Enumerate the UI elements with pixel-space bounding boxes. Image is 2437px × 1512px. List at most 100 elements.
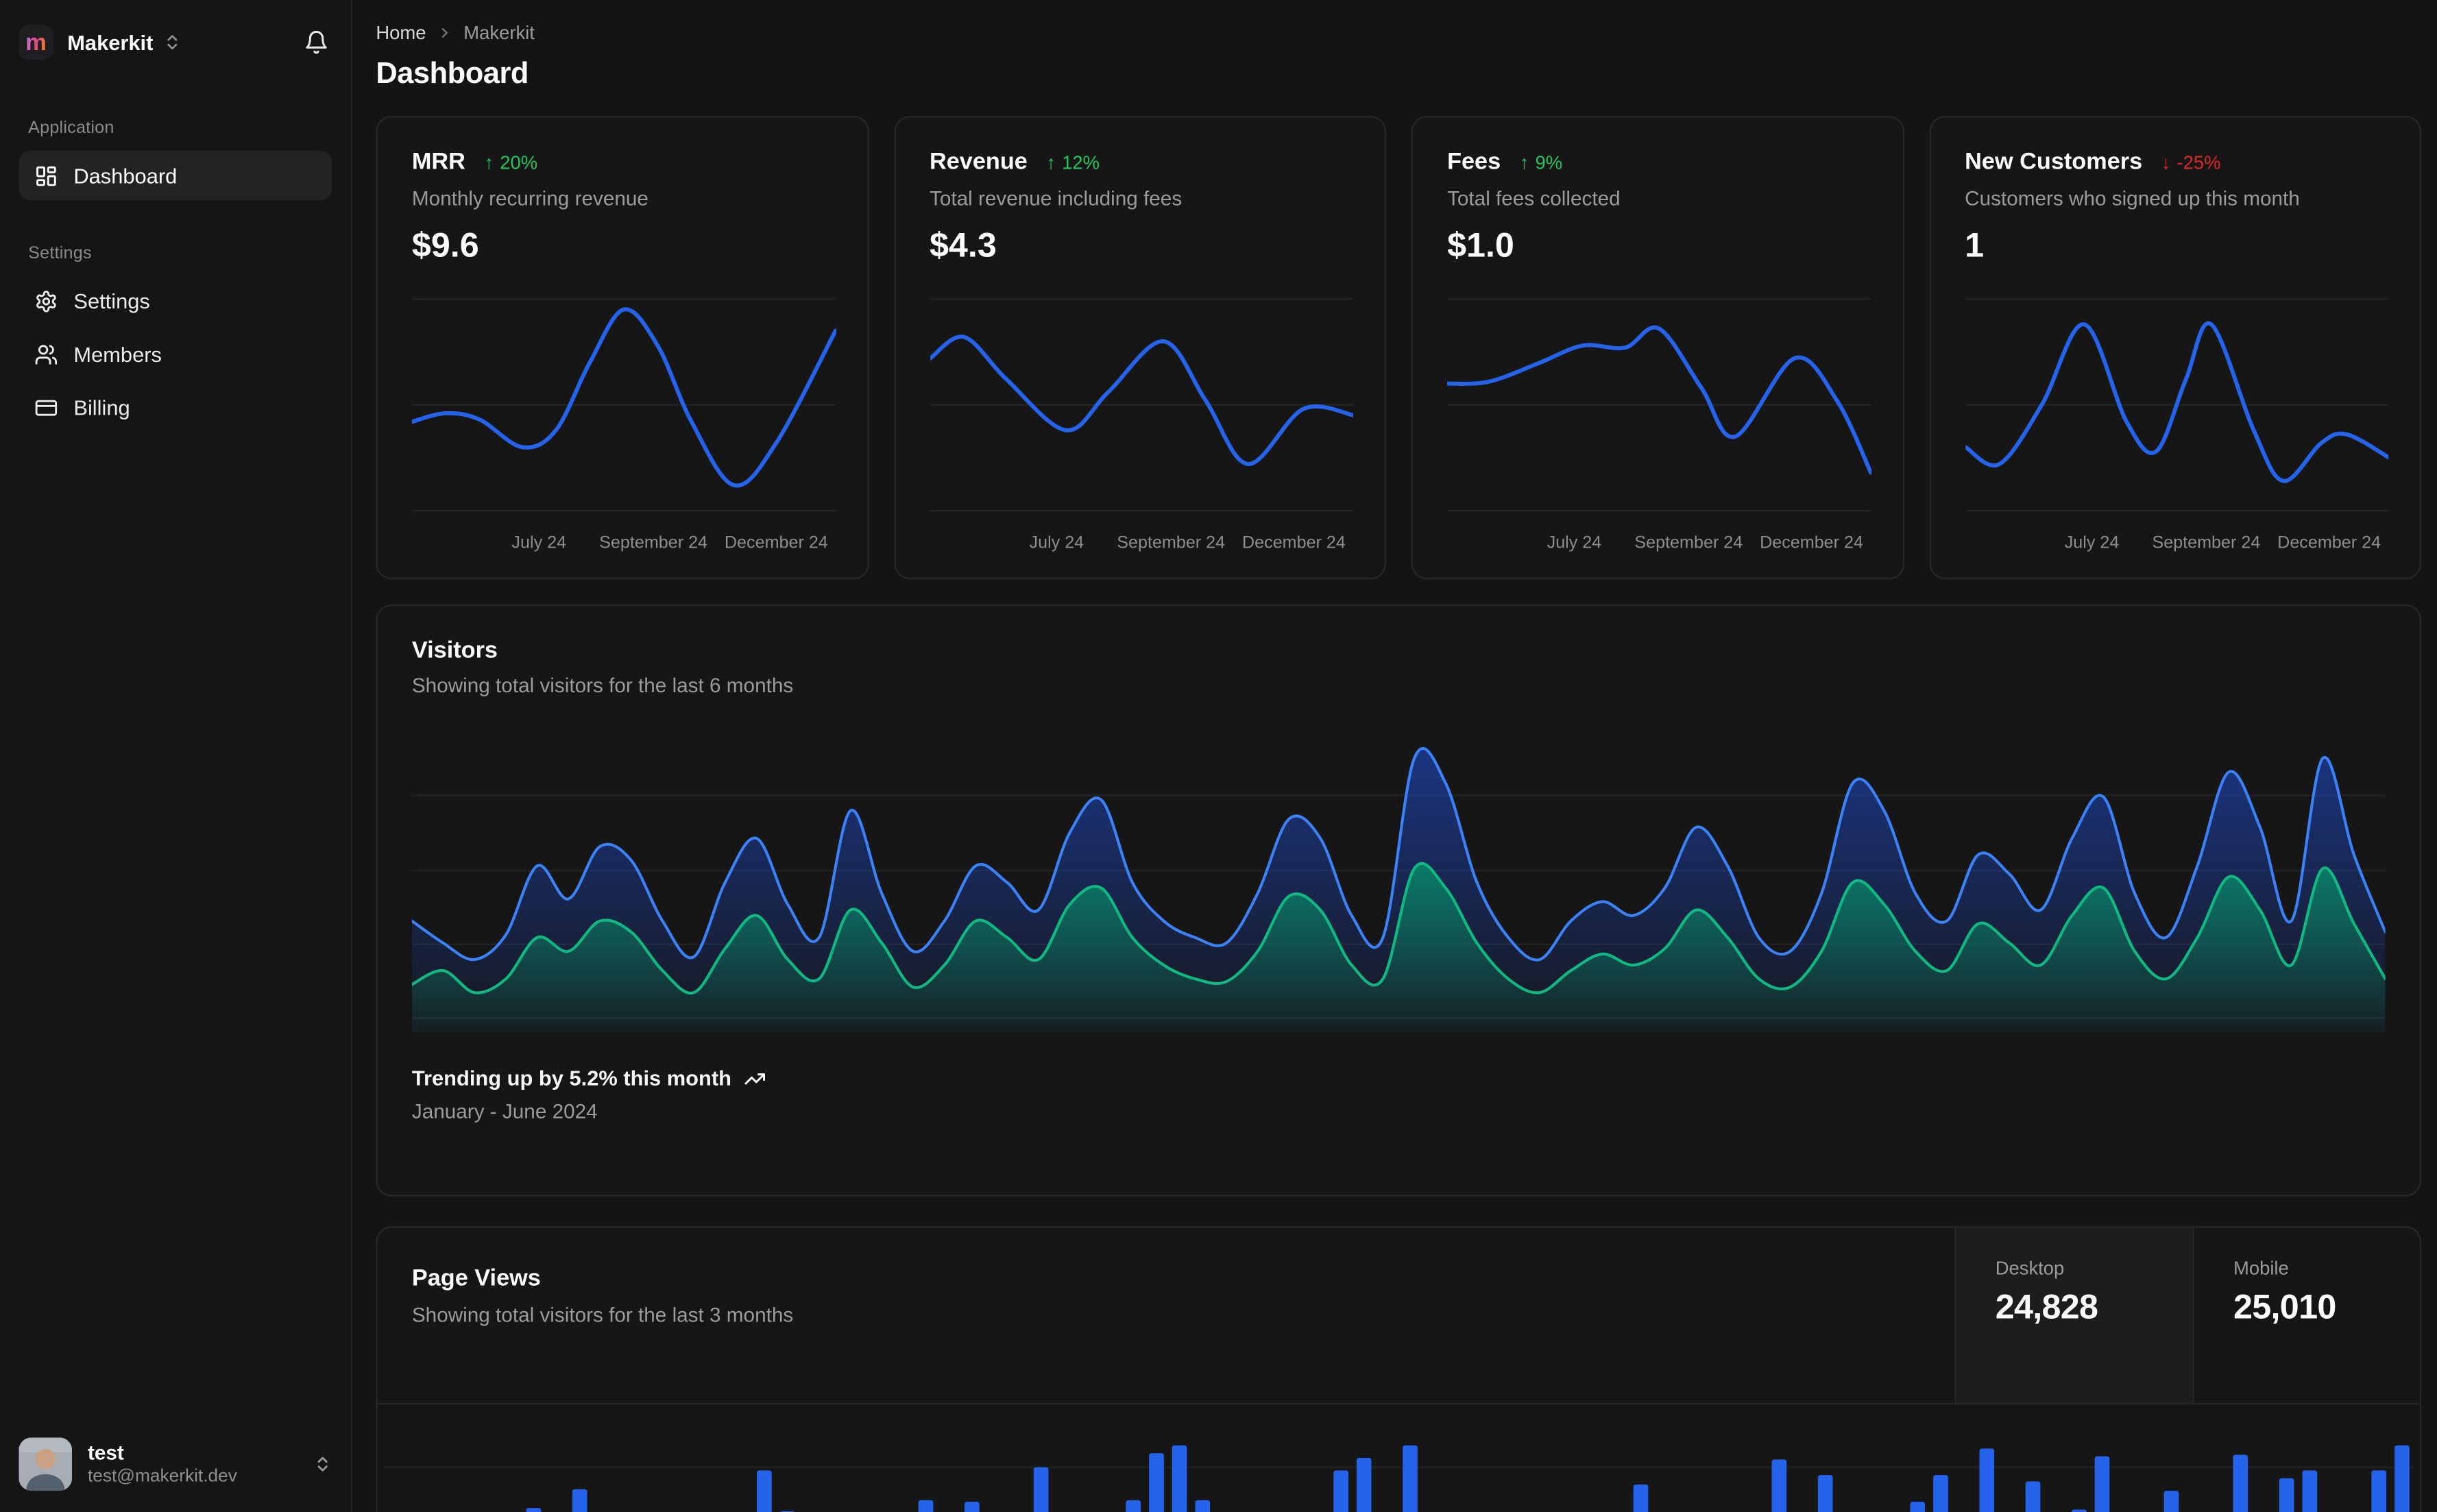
sidebar: m Makerkit Application Dashboard Setting… bbox=[0, 0, 353, 1512]
sparkline-x-axis: July 24 September 24 December 24 bbox=[930, 531, 1353, 559]
nav-section-application: Application Dashboard bbox=[19, 119, 332, 204]
x-tick-label: December 24 bbox=[2277, 534, 2381, 553]
visitors-trend-text: Trending up by 5.2% this month bbox=[411, 1066, 731, 1090]
stat-cards-row: MRR ↑ 20% Monthly recurring revenue $9.6 … bbox=[376, 116, 2422, 580]
trend-up-arrow-icon: ↑ bbox=[484, 151, 494, 174]
sidebar-item-dashboard[interactable]: Dashboard bbox=[19, 150, 332, 201]
sidebar-item-label: Settings bbox=[73, 289, 150, 313]
notifications-bell-icon[interactable] bbox=[301, 27, 332, 58]
x-tick-label: July 24 bbox=[1547, 534, 1602, 553]
stat-title: Fees bbox=[1447, 149, 1501, 175]
x-tick-label: December 24 bbox=[724, 534, 828, 553]
stat-card-new-customers: New Customers ↓ -25% Customers who signed… bbox=[1928, 116, 2422, 580]
page-views-bar-chart bbox=[384, 1404, 2414, 1512]
stat-card-mrr: MRR ↑ 20% Monthly recurring revenue $9.6 … bbox=[376, 116, 869, 580]
sparkline-svg bbox=[1447, 285, 1871, 525]
user-name: test bbox=[87, 1440, 124, 1464]
stat-description: Total revenue including fees bbox=[929, 186, 1183, 210]
stat-title: Revenue bbox=[929, 149, 1028, 175]
breadcrumb-home-link[interactable]: Home bbox=[376, 22, 426, 44]
sparkline-svg bbox=[412, 285, 836, 525]
trend-up-arrow-icon: ↑ bbox=[1046, 151, 1056, 174]
stat-value: 1 bbox=[1965, 225, 1985, 265]
sidebar-item-label: Dashboard bbox=[73, 163, 178, 188]
trending-up-icon bbox=[744, 1072, 766, 1084]
stat-title: MRR bbox=[411, 149, 465, 175]
stat-value: $1.0 bbox=[1447, 225, 1514, 265]
stat-description: Customers who signed up this month bbox=[1965, 186, 2300, 210]
visitors-area-chart bbox=[411, 735, 2386, 1032]
x-tick-label: July 24 bbox=[2064, 534, 2120, 553]
sparkline-svg bbox=[1965, 285, 2388, 525]
workspace-name: Makerkit bbox=[67, 30, 154, 54]
stat-description: Total fees collected bbox=[1447, 186, 1621, 210]
fees-sparkline-chart bbox=[1447, 285, 1871, 525]
main-content: Home Makerkit Dashboard MRR ↑ 20% Monthly… bbox=[352, 0, 2437, 1512]
stat-title: New Customers bbox=[1965, 149, 2143, 175]
sidebar-item-label: Members bbox=[73, 342, 162, 366]
dashboard-grid-icon bbox=[36, 165, 56, 186]
revenue-sparkline-chart bbox=[930, 285, 1353, 525]
users-icon bbox=[35, 344, 58, 364]
app-root: m Makerkit Application Dashboard Setting… bbox=[0, 0, 2437, 1512]
chevron-right-icon bbox=[437, 25, 452, 41]
chevrons-up-down-icon bbox=[313, 1454, 332, 1473]
sidebar-item-label: Billing bbox=[73, 395, 130, 419]
trend-badge: ↑ 12% bbox=[1046, 151, 1100, 174]
visitors-card: Visitors Showing total visitors for the … bbox=[376, 604, 2422, 1197]
x-tick-label: December 24 bbox=[1760, 534, 1863, 553]
chevrons-up-down-icon bbox=[162, 33, 181, 51]
logo-letter: m bbox=[25, 29, 47, 56]
x-tick-label: September 24 bbox=[1117, 534, 1226, 553]
trend-badge: ↑ 9% bbox=[1519, 151, 1563, 174]
visitors-subtitle: Showing total visitors for the last 6 mo… bbox=[411, 673, 794, 697]
user-avatar bbox=[19, 1437, 73, 1491]
nav-section-settings: Settings Settings Members Billing bbox=[19, 244, 332, 435]
sparkline-x-axis: July 24 September 24 December 24 bbox=[1965, 531, 2388, 559]
x-tick-label: September 24 bbox=[1634, 534, 1743, 553]
page-views-title: Page Views bbox=[411, 1265, 541, 1292]
tab-label: Desktop bbox=[1995, 1257, 2065, 1280]
x-tick-label: July 24 bbox=[511, 534, 567, 553]
sparkline-x-axis: July 24 September 24 December 24 bbox=[1447, 531, 1871, 559]
trend-up-arrow-icon: ↑ bbox=[1519, 151, 1529, 174]
gear-icon bbox=[36, 289, 56, 312]
makerkit-logo: m bbox=[19, 25, 53, 60]
tab-label: Mobile bbox=[2233, 1257, 2289, 1280]
trend-badge: ↓ -25% bbox=[2161, 151, 2221, 174]
sparkline-x-axis: July 24 September 24 December 24 bbox=[412, 531, 836, 559]
page-views-card: Page Views Showing total visitors for th… bbox=[376, 1226, 2422, 1512]
page-views-chart-svg bbox=[384, 1445, 2414, 1512]
page-views-subtitle: Showing total visitors for the last 3 mo… bbox=[411, 1302, 794, 1327]
workspace-switcher[interactable]: m Makerkit bbox=[19, 19, 332, 66]
stat-card-fees: Fees ↑ 9% Total fees collected $1.0 July … bbox=[1411, 116, 1904, 580]
breadcrumb: Home Makerkit bbox=[376, 22, 2421, 44]
sidebar-item-settings[interactable]: Settings bbox=[19, 276, 332, 326]
breadcrumb-current: Makerkit bbox=[463, 21, 535, 44]
sidebar-item-billing[interactable]: Billing bbox=[19, 382, 332, 432]
nav-section-label: Settings bbox=[28, 244, 92, 263]
x-tick-label: December 24 bbox=[1241, 534, 1346, 553]
stat-card-revenue: Revenue ↑ 12% Total revenue including fee… bbox=[893, 116, 1386, 580]
mrr-sparkline-chart bbox=[412, 285, 836, 525]
page-title: Dashboard bbox=[376, 58, 529, 91]
sparkline-svg bbox=[930, 285, 1353, 525]
page-views-header: Page Views Showing total visitors for th… bbox=[377, 1228, 2420, 1405]
x-tick-label: September 24 bbox=[2152, 534, 2261, 553]
user-email: test@makerkit.dev bbox=[87, 1467, 237, 1487]
tab-mobile[interactable]: Mobile 25,010 bbox=[2192, 1228, 2420, 1404]
tab-value: 24,828 bbox=[1995, 1287, 2098, 1327]
visitors-footer: Trending up by 5.2% this month January -… bbox=[412, 1066, 2386, 1123]
nav-section-label: Application bbox=[28, 119, 114, 138]
user-menu[interactable]: test test@makerkit.dev bbox=[19, 1437, 332, 1491]
tab-desktop[interactable]: Desktop 24,828 bbox=[1954, 1228, 2193, 1404]
stat-value: $4.3 bbox=[929, 225, 997, 265]
tab-value: 25,010 bbox=[2233, 1287, 2336, 1327]
visitors-period: January - June 2024 bbox=[411, 1099, 598, 1123]
trend-badge: ↑ 20% bbox=[484, 151, 538, 174]
visitors-chart-svg bbox=[411, 735, 2386, 1032]
credit-card-icon bbox=[35, 399, 58, 415]
visitors-title: Visitors bbox=[411, 637, 498, 664]
sidebar-item-members[interactable]: Members bbox=[19, 329, 332, 379]
stat-description: Monthly recurring revenue bbox=[411, 186, 648, 210]
